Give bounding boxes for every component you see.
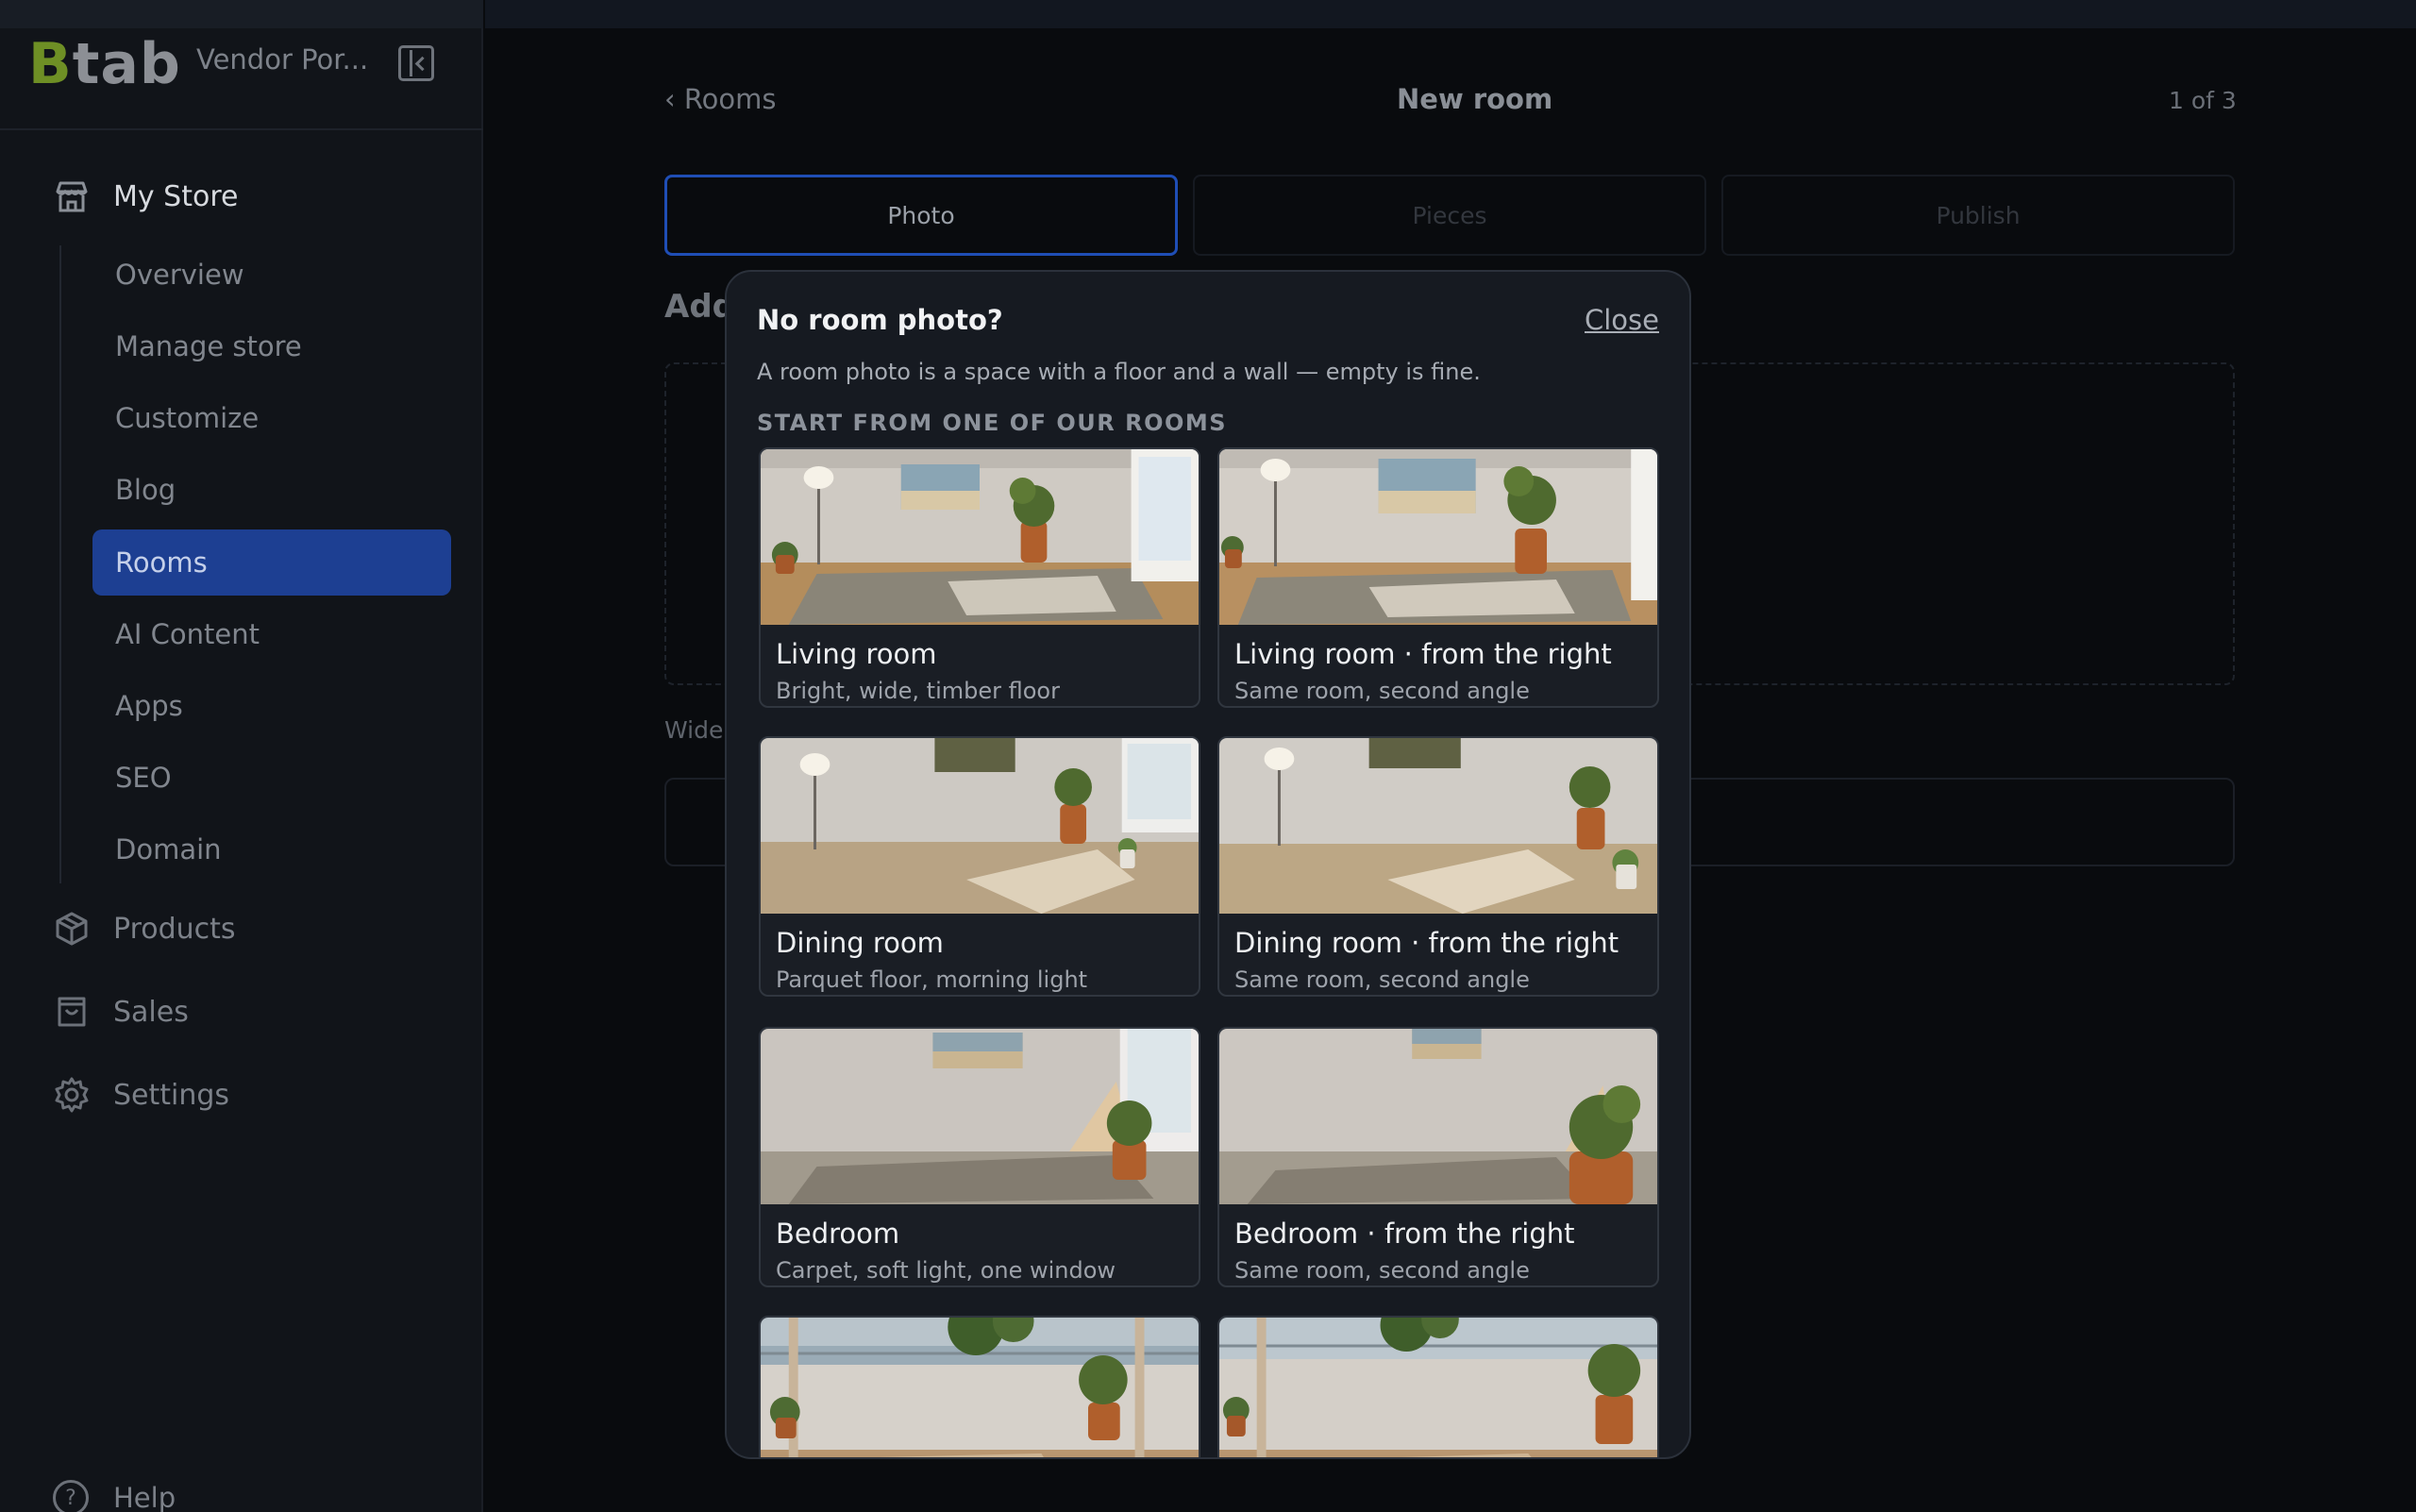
page-title: New room (1397, 83, 1553, 115)
room-card-title: Living room · from the right (1234, 638, 1612, 670)
room-thumbnail (1219, 449, 1657, 625)
step-tab-pieces[interactable]: Pieces (1193, 175, 1706, 256)
box-icon (56, 912, 88, 946)
room-card-subtitle: Same room, second angle (1234, 1257, 1530, 1284)
sidebar-item-ai-content[interactable]: AI Content (92, 601, 451, 667)
room-card-title: Living room (776, 638, 937, 670)
sidebar-item-rooms[interactable]: Rooms (92, 529, 451, 596)
brand-logo[interactable]: Btab (28, 28, 181, 100)
brand-logo-initial: B (28, 31, 73, 97)
nav-my-store[interactable]: My Store (0, 176, 483, 217)
modal-section-label: START FROM ONE OF OUR ROOMS (757, 410, 1228, 436)
room-card-subtitle: Bright, wide, timber floor (776, 678, 1060, 704)
room-card-subtitle: Same room, second angle (1234, 678, 1530, 704)
sidebar-item-blog[interactable]: Blog (92, 457, 451, 523)
room-thumbnail (1219, 1318, 1657, 1457)
room-card-living-room-right[interactable]: Living room · from the right Same room, … (1217, 447, 1659, 708)
help-icon: ? (53, 1480, 89, 1512)
nav-sales-label: Sales (113, 995, 189, 1029)
nav-help[interactable]: ? Help (53, 1480, 176, 1512)
modal-title: No room photo? (757, 304, 1003, 336)
room-card-bedroom-right[interactable]: Bedroom · from the right Same room, seco… (1217, 1027, 1659, 1287)
nav-products-label: Products (113, 912, 236, 946)
shopping-bag-icon (58, 997, 86, 1027)
room-card-subtitle: Carpet, soft light, one window (776, 1257, 1116, 1284)
room-card-title: Bedroom · from the right (1234, 1218, 1575, 1250)
step-tab-publish[interactable]: Publish (1721, 175, 2235, 256)
sidebar-item-seo[interactable]: SEO (92, 745, 451, 811)
room-card-dining-room[interactable]: Dining room Parquet floor, morning light (759, 736, 1200, 997)
room-thumbnail (761, 1029, 1199, 1204)
room-thumbnail (761, 738, 1199, 914)
room-thumbnail (1219, 738, 1657, 914)
brand-logo-rest: tab (72, 31, 181, 97)
room-card-balcony-right[interactable] (1217, 1316, 1659, 1457)
modal-description: A room photo is a space with a floor and… (757, 359, 1481, 385)
modal-close-button[interactable]: Close (1585, 304, 1659, 336)
sidebar: Btab Vendor Por... My Store Overview Man… (0, 0, 483, 1512)
step-tab-photo[interactable]: Photo (664, 175, 1178, 256)
sidebar-top-strip (0, 0, 483, 28)
step-counter: 1 of 3 (2169, 87, 2237, 114)
store-name[interactable]: Vendor Por... (196, 43, 368, 76)
room-thumbnail (1219, 1029, 1657, 1204)
photo-hint-text: Wide (664, 716, 724, 744)
main-top-strip (485, 0, 2416, 28)
room-card-living-room[interactable]: Living room Bright, wide, timber floor (759, 447, 1200, 708)
room-thumbnail (761, 449, 1199, 625)
nav-sales[interactable]: Sales (0, 991, 483, 1033)
gear-icon (55, 1077, 89, 1113)
nav-my-store-label: My Store (113, 179, 239, 213)
sidebar-divider (0, 128, 483, 130)
room-card-bedroom[interactable]: Bedroom Carpet, soft light, one window (759, 1027, 1200, 1287)
sidebar-item-manage-store[interactable]: Manage store (92, 313, 451, 379)
sidebar-item-domain[interactable]: Domain (92, 816, 451, 882)
room-photo-modal: No room photo? Close A room photo is a s… (725, 270, 1691, 1459)
room-card-balcony[interactable] (759, 1316, 1200, 1457)
sidebar-item-apps[interactable]: Apps (92, 673, 451, 739)
room-card-title: Bedroom (776, 1218, 900, 1250)
room-card-title: Dining room · from the right (1234, 927, 1619, 959)
subnav-line (59, 245, 61, 883)
nav-settings[interactable]: Settings (0, 1074, 483, 1116)
nav-help-label: Help (113, 1482, 176, 1512)
nav-settings-label: Settings (113, 1078, 230, 1112)
room-card-subtitle: Parquet floor, morning light (776, 966, 1088, 993)
back-to-rooms-link[interactable]: ‹ Rooms (664, 83, 777, 115)
room-thumbnail (761, 1318, 1199, 1457)
room-card-title: Dining room (776, 927, 944, 959)
store-icon (56, 181, 88, 212)
nav-products[interactable]: Products (0, 908, 483, 949)
room-card-dining-room-right[interactable]: Dining room · from the right Same room, … (1217, 736, 1659, 997)
collapse-sidebar-icon[interactable] (398, 45, 434, 81)
sidebar-item-overview[interactable]: Overview (92, 242, 451, 308)
sidebar-item-customize[interactable]: Customize (92, 385, 451, 451)
room-card-subtitle: Same room, second angle (1234, 966, 1530, 993)
